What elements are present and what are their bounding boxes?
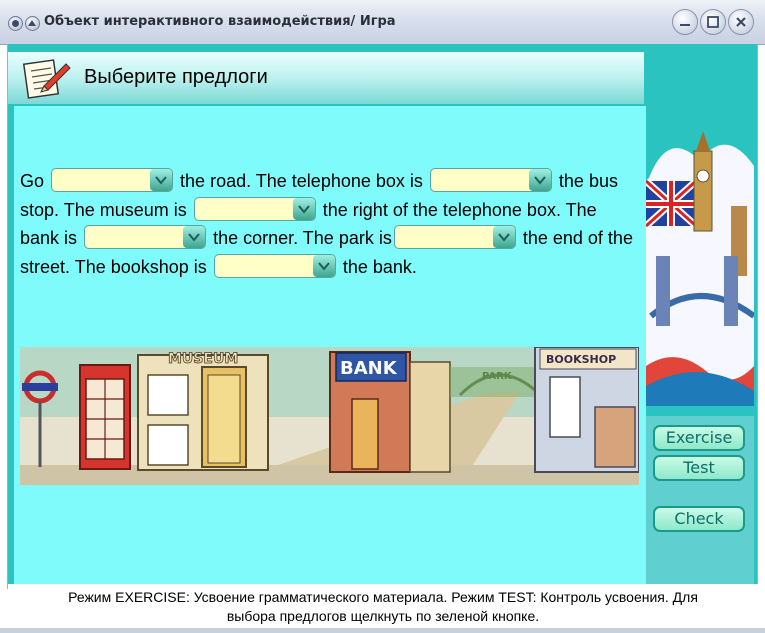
chevron-down-icon[interactable] bbox=[492, 226, 515, 249]
minimize-icon[interactable] bbox=[672, 9, 698, 35]
chevron-down-icon[interactable] bbox=[150, 169, 173, 192]
window-bottom-edge bbox=[0, 628, 765, 633]
notepad-pencil-icon bbox=[22, 59, 71, 99]
museum-building: MUSEUM bbox=[137, 351, 269, 471]
text-part: Go bbox=[20, 171, 45, 191]
preposition-dropdown-5[interactable] bbox=[393, 225, 516, 250]
check-button[interactable]: Check bbox=[653, 506, 745, 532]
text-part: the bank. bbox=[342, 256, 417, 277]
page-title: Выберите предлоги bbox=[84, 66, 268, 88]
rollup-icon[interactable] bbox=[25, 16, 40, 31]
maximize-icon[interactable] bbox=[700, 9, 726, 35]
test-button[interactable]: Test bbox=[653, 455, 745, 481]
system-menu-icon[interactable] bbox=[8, 16, 23, 31]
chevron-down-icon[interactable] bbox=[312, 254, 335, 277]
window-titlebar: Объект интерактивного взаимодействия/ Иг… bbox=[0, 0, 765, 45]
preposition-dropdown-1[interactable] bbox=[51, 168, 174, 193]
text-part: the road. The telephone box is bbox=[180, 171, 423, 191]
exercise-panel: Go the road. The telephone box is the bu… bbox=[14, 106, 646, 584]
park-gate: PARK bbox=[450, 367, 542, 397]
bank-sign: BANK bbox=[340, 358, 398, 379]
bookshop-building: BOOKSHOP bbox=[534, 347, 639, 473]
close-icon[interactable] bbox=[728, 9, 754, 35]
exercise-text: Go the road. The telephone box is the bu… bbox=[20, 167, 640, 281]
chevron-down-icon[interactable] bbox=[528, 169, 551, 192]
chevron-down-icon[interactable] bbox=[292, 197, 315, 220]
bookshop-sign: BOOKSHOP bbox=[546, 353, 616, 366]
header-bar: Выберите предлоги bbox=[8, 52, 644, 104]
preposition-dropdown-6[interactable] bbox=[213, 253, 336, 278]
preposition-dropdown-2[interactable] bbox=[429, 168, 552, 193]
museum-sign: MUSEUM bbox=[168, 351, 238, 367]
exercise-button[interactable]: Exercise bbox=[653, 425, 745, 451]
window-title: Объект интерактивного взаимодействия/ Иг… bbox=[44, 14, 396, 29]
text-part: the corner. The park is bbox=[213, 228, 392, 248]
chevron-down-icon[interactable] bbox=[183, 226, 206, 249]
status-line-2: выбора предлогов щелкнуть по зеленой кно… bbox=[226, 608, 540, 624]
status-line-1: Режим EXERCISE: Усвоение грамматического… bbox=[68, 589, 698, 605]
bank-building: BANK bbox=[329, 351, 451, 473]
status-bar: Режим EXERCISE: Усвоение грамматического… bbox=[8, 584, 758, 628]
preposition-dropdown-3[interactable] bbox=[193, 196, 316, 221]
preposition-dropdown-4[interactable] bbox=[84, 225, 207, 250]
telephone-box bbox=[79, 364, 131, 470]
street-illustration: MUSEUM BANK PARK BOOKSHOP bbox=[20, 347, 639, 485]
